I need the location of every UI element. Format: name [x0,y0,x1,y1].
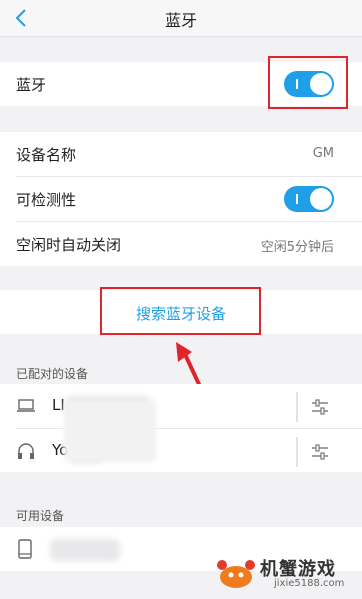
device-name-row[interactable]: 设备名称 GM [0,132,362,176]
watermark-logo: 机蟹游戏 jixie5188.com [214,551,354,595]
discoverable-toggle[interactable] [284,186,334,212]
paired-section-title: 已配对的设备 [16,367,89,381]
auto-off-value: 空闲5分钟后 [260,240,334,255]
paired-devices-list: LI Yo [0,384,362,472]
auto-off-row[interactable]: 空闲时自动关闭 空闲5分钟后 [0,222,362,266]
watermark-url: jixie5188.com [274,578,345,589]
paired-device-name: LI [52,396,65,414]
auto-off-label: 空闲时自动关闭 [16,236,122,254]
device-name-label: 设备名称 [16,146,77,164]
separator [296,437,298,467]
crab-logo-icon [217,560,255,588]
paired-device-item[interactable]: LI [0,384,362,428]
discoverable-label: 可检测性 [16,191,77,209]
available-section-title: 可用设备 [16,509,65,523]
separator [296,392,298,422]
device-name-value: GM [312,146,334,161]
paired-device-item[interactable]: Yo [0,429,362,473]
headphones-icon [18,443,34,459]
page-title: 蓝牙 [164,11,197,30]
redaction-blur [50,539,120,561]
laptop-icon [17,399,35,412]
redaction-blur [64,400,156,462]
top-bar: 蓝牙 [0,0,362,37]
settings-sliders-icon[interactable] [311,443,329,461]
highlight-box-toggle [268,56,348,109]
bluetooth-label: 蓝牙 [16,76,47,94]
settings-group: 设备名称 GM 可检测性 空闲时自动关闭 空闲5分钟后 [0,132,362,266]
discoverable-row: 可检测性 [0,177,362,221]
highlight-box-search [100,287,261,335]
phone-icon [18,539,32,559]
settings-sliders-icon[interactable] [311,398,329,416]
